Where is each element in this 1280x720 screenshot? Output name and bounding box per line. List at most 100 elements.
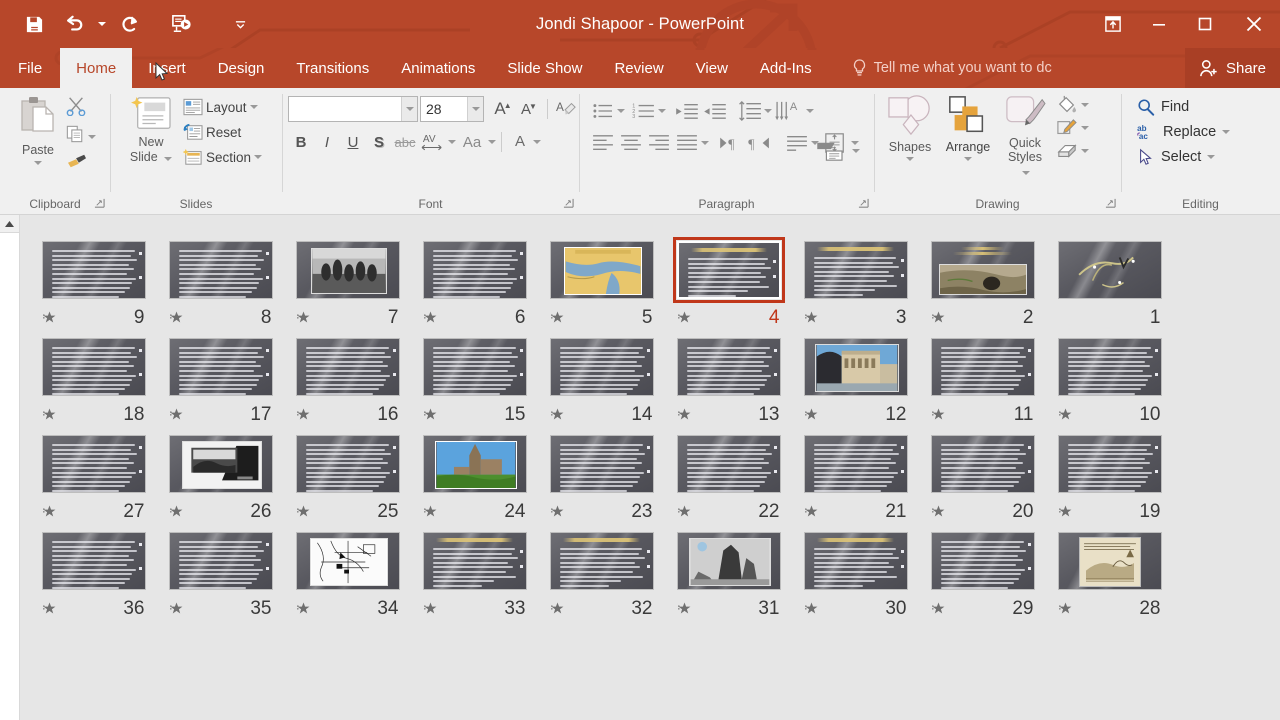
decrease-indent-button[interactable] bbox=[673, 98, 701, 124]
slide-preview[interactable] bbox=[168, 532, 273, 590]
bullets-button[interactable] bbox=[589, 98, 617, 124]
slide-thumbnail-30[interactable]: 30 bbox=[792, 522, 919, 619]
slide-thumbnail-6[interactable]: 6 bbox=[411, 231, 538, 328]
arrange-dropdown-icon[interactable] bbox=[964, 157, 972, 161]
columns-button[interactable] bbox=[783, 130, 811, 156]
slide-thumbnail-35[interactable]: 35 bbox=[157, 522, 284, 619]
slide-preview[interactable] bbox=[422, 241, 527, 299]
transition-star-icon[interactable] bbox=[42, 504, 56, 520]
slide-thumbnail-frame[interactable] bbox=[673, 334, 785, 400]
slide-thumbnail-28[interactable]: 28 bbox=[1046, 522, 1173, 619]
italic-button[interactable]: I bbox=[314, 129, 340, 155]
justify-button[interactable] bbox=[673, 130, 701, 156]
font-name-value[interactable] bbox=[289, 97, 401, 121]
tab-slide-show[interactable]: Slide Show bbox=[491, 48, 598, 88]
slide-thumbnail-frame[interactable] bbox=[165, 431, 277, 497]
slide-thumbnail-14[interactable]: 14 bbox=[538, 328, 665, 425]
reset-button[interactable]: Reset bbox=[180, 121, 265, 143]
tab-review[interactable]: Review bbox=[598, 48, 679, 88]
shapes-dropdown-icon[interactable] bbox=[906, 157, 914, 161]
layout-dropdown-icon[interactable] bbox=[249, 105, 258, 109]
slide-thumbnail-13[interactable]: 13 bbox=[665, 328, 792, 425]
slide-thumbnail-21[interactable]: 21 bbox=[792, 425, 919, 522]
slide-thumbnail-frame[interactable] bbox=[1054, 334, 1166, 400]
slide-thumbnail-frame[interactable] bbox=[1054, 431, 1166, 497]
transition-star-icon[interactable] bbox=[423, 407, 437, 423]
character-spacing-button[interactable]: AV bbox=[418, 129, 448, 155]
slide-thumbnail-frame[interactable] bbox=[292, 334, 404, 400]
transition-star-icon[interactable] bbox=[677, 310, 691, 326]
slide-thumbnail-frame[interactable] bbox=[292, 528, 404, 594]
transition-star-icon[interactable] bbox=[296, 407, 310, 423]
replace-dropdown-icon[interactable] bbox=[1222, 130, 1231, 134]
slide-preview[interactable] bbox=[676, 338, 781, 396]
quick-styles-dropdown-icon[interactable] bbox=[1022, 171, 1030, 175]
slide-thumbnail-frame[interactable] bbox=[927, 528, 1039, 594]
slide-preview[interactable] bbox=[676, 532, 781, 590]
slide-preview[interactable] bbox=[1057, 435, 1162, 493]
slide-thumbnail-27[interactable]: 27 bbox=[30, 425, 157, 522]
window-controls[interactable] bbox=[1090, 0, 1280, 48]
paste-dropdown-icon[interactable] bbox=[34, 161, 42, 165]
slide-preview[interactable] bbox=[295, 241, 400, 299]
transition-star-icon[interactable] bbox=[1058, 601, 1072, 617]
slide-thumbnail-frame[interactable] bbox=[800, 237, 912, 303]
slide-preview[interactable] bbox=[41, 241, 146, 299]
redo-icon[interactable] bbox=[110, 7, 150, 41]
slide-thumbnail-frame[interactable] bbox=[672, 237, 785, 303]
slide-thumbnail-frame[interactable] bbox=[546, 528, 658, 594]
slide-thumbnail-20[interactable]: 20 bbox=[919, 425, 1046, 522]
numbering-button[interactable]: 123 bbox=[630, 98, 658, 124]
slide-preview[interactable] bbox=[549, 338, 654, 396]
change-case-dropdown-icon[interactable] bbox=[488, 140, 496, 144]
transition-star-icon[interactable] bbox=[42, 407, 56, 423]
slide-thumbnail-frame[interactable] bbox=[165, 528, 277, 594]
slide-thumbnail-22[interactable]: 22 bbox=[665, 425, 792, 522]
replace-button[interactable]: ab ac Replace bbox=[1133, 121, 1234, 143]
transition-star-icon[interactable] bbox=[550, 504, 564, 520]
slide-thumbnail-frame[interactable] bbox=[38, 237, 150, 303]
new-slide-dropdown-icon[interactable] bbox=[164, 157, 173, 161]
slide-preview[interactable] bbox=[930, 338, 1035, 396]
slide-thumbnail-frame[interactable] bbox=[1054, 528, 1166, 594]
quick-styles-button[interactable]: Quick Styles bbox=[998, 92, 1052, 180]
paragraph-dialog-launcher[interactable] bbox=[858, 198, 869, 209]
decrease-font-size-button[interactable]: A ▼ bbox=[516, 96, 542, 122]
slide-preview[interactable] bbox=[168, 241, 273, 299]
scroll-up-button[interactable] bbox=[0, 215, 19, 233]
copy-button[interactable] bbox=[66, 125, 84, 148]
slide-thumbnail-7[interactable]: 7 bbox=[284, 231, 411, 328]
tab-home[interactable]: Home bbox=[60, 48, 133, 88]
slide-thumbnail-frame[interactable] bbox=[419, 334, 531, 400]
slide-preview[interactable] bbox=[930, 532, 1035, 590]
customize-qat-icon[interactable] bbox=[232, 7, 248, 41]
slide-preview[interactable] bbox=[803, 241, 908, 299]
slide-thumbnail-31[interactable]: 31 bbox=[665, 522, 792, 619]
font-size-box[interactable]: 28 bbox=[420, 96, 484, 122]
justify-dropdown-icon[interactable] bbox=[701, 141, 709, 145]
drawing-dialog-launcher[interactable] bbox=[1105, 198, 1116, 209]
slide-thumbnail-18[interactable]: 18 bbox=[30, 328, 157, 425]
character-spacing-dropdown-icon[interactable] bbox=[448, 140, 456, 144]
transition-star-icon[interactable] bbox=[296, 504, 310, 520]
layout-button[interactable]: Layout bbox=[180, 96, 265, 118]
slide-thumbnail-11[interactable]: 11 bbox=[919, 328, 1046, 425]
transition-star-icon[interactable] bbox=[550, 310, 564, 326]
undo-dropdown-icon[interactable] bbox=[94, 7, 110, 41]
slide-preview[interactable] bbox=[549, 435, 654, 493]
format-painter-button[interactable] bbox=[66, 152, 96, 175]
shape-effects-button[interactable] bbox=[1054, 140, 1091, 162]
slide-thumbnail-frame[interactable] bbox=[927, 334, 1039, 400]
slide-thumbnail-34[interactable]: 34 bbox=[284, 522, 411, 619]
line-spacing-button[interactable] bbox=[736, 98, 764, 124]
slide-thumbnail-8[interactable]: 8 bbox=[157, 231, 284, 328]
font-name-dropdown-icon[interactable] bbox=[401, 97, 417, 121]
paste-button[interactable]: Paste bbox=[10, 93, 66, 167]
font-color-button[interactable]: A bbox=[507, 129, 533, 155]
slide-thumbnail-frame[interactable] bbox=[38, 334, 150, 400]
transition-star-icon[interactable] bbox=[296, 601, 310, 617]
slide-thumbnail-frame[interactable] bbox=[165, 334, 277, 400]
slide-thumbnail-4[interactable]: 4 bbox=[665, 231, 792, 328]
section-button[interactable]: Section bbox=[180, 146, 265, 168]
slide-thumbnail-frame[interactable] bbox=[292, 237, 404, 303]
